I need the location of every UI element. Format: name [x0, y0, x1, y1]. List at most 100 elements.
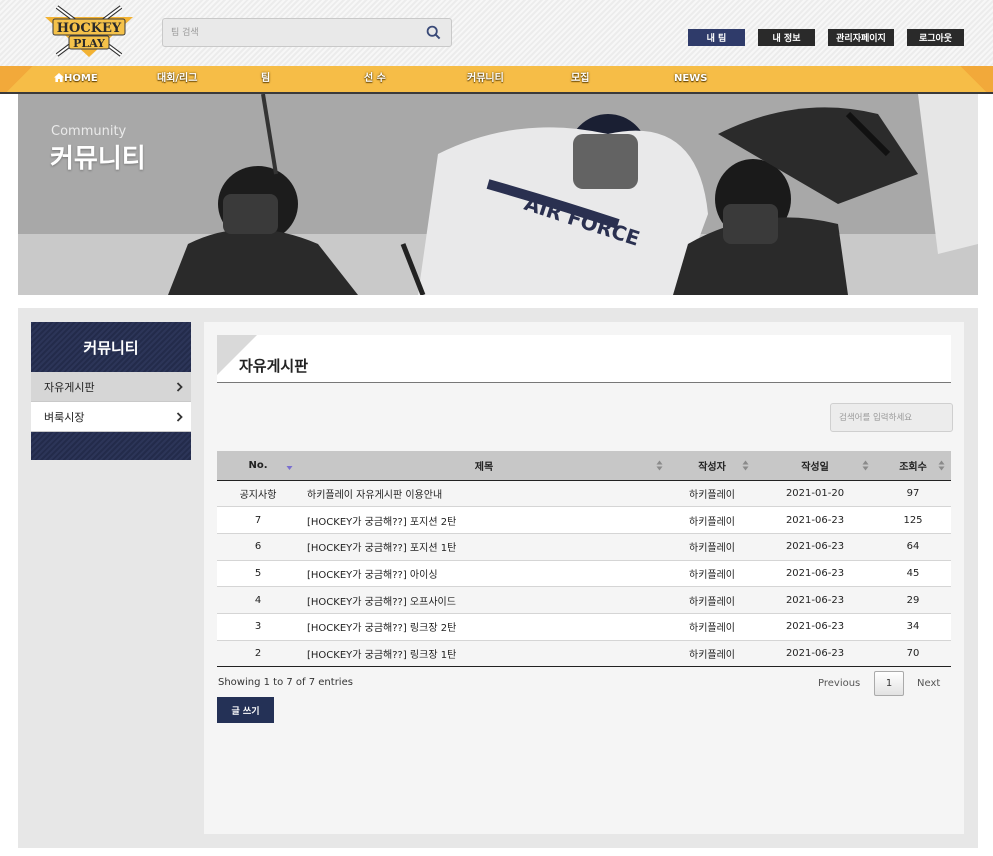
hockey-players-photo: AIR FORCE — [18, 94, 978, 295]
cell-no: 4 — [217, 586, 299, 614]
pagination-page-1[interactable]: 1 — [874, 671, 904, 696]
chevron-right-icon — [176, 381, 183, 392]
cell-author: 하키플레이 — [669, 506, 755, 534]
cell-date: 2021-06-23 — [755, 560, 875, 588]
table-row[interactable]: 3 [HOCKEY가 궁금해??] 링크장 2탄 하키플레이 2021-06-2… — [217, 613, 951, 641]
cell-no: 5 — [217, 560, 299, 588]
sort-icon — [938, 460, 945, 471]
cell-views: 45 — [875, 560, 951, 588]
my-info-button[interactable]: 내 정보 — [758, 29, 815, 46]
cell-author: 하키플레이 — [669, 586, 755, 614]
admin-page-button[interactable]: 관리자페이지 — [828, 29, 894, 46]
chevron-right-icon — [176, 411, 183, 422]
nav-item-players[interactable]: 선 수 — [364, 66, 386, 92]
cell-title-link[interactable]: [HOCKEY가 궁금해??] 링크장 2탄 — [299, 613, 669, 641]
cell-date: 2021-06-23 — [755, 533, 875, 561]
cell-date: 2021-06-23 — [755, 586, 875, 614]
nav-item-league[interactable]: 대회/리그 — [157, 66, 197, 92]
cell-title-link[interactable]: [HOCKEY가 궁금해??] 오프사이드 — [299, 586, 669, 614]
nav-item-home[interactable]: HOME — [54, 66, 98, 92]
board-title: 자유게시판 — [239, 357, 309, 375]
pagination-next[interactable]: Next — [917, 678, 940, 689]
cell-title-link[interactable]: [HOCKEY가 궁금해??] 아이싱 — [299, 560, 669, 588]
column-label: 조회수 — [899, 461, 927, 473]
cell-no: 6 — [217, 533, 299, 561]
cell-date: 2021-06-23 — [755, 506, 875, 534]
board-panel: 자유게시판 No. 제목 작성자 작성일 조회수 — [204, 322, 964, 834]
cell-no: 3 — [217, 613, 299, 641]
sort-icon — [862, 460, 869, 471]
main-nav: HOME 대회/리그 팀 선 수 커뮤니티 모집 NEWS — [0, 66, 993, 94]
cell-author: 하키플레이 — [669, 533, 755, 561]
sort-icon — [656, 460, 663, 471]
table-row[interactable]: 6 [HOCKEY가 궁금해??] 포지션 1탄 하키플레이 2021-06-2… — [217, 533, 951, 561]
cell-no: 2 — [217, 640, 299, 668]
cell-author: 하키플레이 — [669, 613, 755, 641]
nav-corner-decor — [0, 66, 40, 92]
logo-line2: PLAY — [73, 37, 105, 50]
top-header: HOCKEY PLAY 내 팀 내 정보 관리자페이지 로그아웃 — [0, 0, 993, 66]
cell-views: 97 — [875, 480, 951, 508]
table-row[interactable]: 7 [HOCKEY가 궁금해??] 포지션 2탄 하키플레이 2021-06-2… — [217, 506, 951, 534]
team-search-box — [162, 18, 452, 47]
column-label: 작성일 — [801, 461, 829, 473]
board-table: No. 제목 작성자 작성일 조회수 공지사항 하키플레이 자유게시판 이용안내 — [217, 451, 951, 668]
search-icon[interactable] — [426, 25, 441, 40]
home-icon — [54, 73, 64, 82]
nav-item-team[interactable]: 팀 — [261, 66, 270, 92]
column-header-title[interactable]: 제목 — [299, 451, 669, 481]
pagination-previous[interactable]: Previous — [818, 678, 860, 689]
column-header-views[interactable]: 조회수 — [875, 451, 951, 481]
sidebar-item-label: 자유게시판 — [44, 380, 95, 394]
column-label: 제목 — [474, 461, 494, 473]
cell-no: 공지사항 — [217, 480, 299, 508]
cell-title-link[interactable]: [HOCKEY가 궁금해??] 포지션 2탄 — [299, 506, 669, 534]
nav-corner-decor — [953, 66, 993, 92]
cell-author: 하키플레이 — [669, 480, 755, 508]
sidebar-title: 커뮤니티 — [31, 322, 191, 372]
cell-title-link[interactable]: [HOCKEY가 궁금해??] 포지션 1탄 — [299, 533, 669, 561]
content-area: 커뮤니티 자유게시판 벼룩시장 자유게시판 No. 제목 — [18, 308, 978, 848]
sidebar-item-flea-market[interactable]: 벼룩시장 — [31, 402, 191, 432]
column-label: No. — [248, 459, 268, 471]
nav-item-news[interactable]: NEWS — [674, 66, 707, 92]
logo-line1: HOCKEY — [57, 21, 122, 36]
board-search-input[interactable] — [830, 403, 953, 432]
cell-views: 64 — [875, 533, 951, 561]
cell-author: 하키플레이 — [669, 560, 755, 588]
nav-label-home: HOME — [64, 73, 98, 84]
community-sidebar: 커뮤니티 자유게시판 벼룩시장 — [31, 322, 191, 460]
cell-no: 7 — [217, 506, 299, 534]
cell-title-link[interactable]: 하키플레이 자유게시판 이용안내 — [299, 480, 669, 508]
cell-views: 34 — [875, 613, 951, 641]
cell-title-link[interactable]: [HOCKEY가 궁금해??] 링크장 1탄 — [299, 640, 669, 668]
cell-date: 2021-06-23 — [755, 613, 875, 641]
write-post-button[interactable]: 글 쓰기 — [217, 697, 274, 723]
banner-subtitle: Community — [51, 124, 127, 139]
logout-button[interactable]: 로그아웃 — [907, 29, 964, 46]
table-row[interactable]: 5 [HOCKEY가 궁금해??] 아이싱 하키플레이 2021-06-23 4… — [217, 560, 951, 588]
nav-item-community[interactable]: 커뮤니티 — [467, 66, 504, 92]
cell-date: 2021-01-20 — [755, 480, 875, 508]
nav-item-recruit[interactable]: 모집 — [571, 66, 589, 92]
cell-views: 125 — [875, 506, 951, 534]
community-banner: AIR FORCE Community 커뮤니티 — [18, 94, 978, 295]
column-header-author[interactable]: 작성자 — [669, 451, 755, 481]
logo-graphic: HOCKEY PLAY — [45, 5, 133, 57]
table-header-row: No. 제목 작성자 작성일 조회수 — [217, 451, 951, 481]
table-row[interactable]: 공지사항 하키플레이 자유게시판 이용안내 하키플레이 2021-01-20 9… — [217, 480, 951, 508]
column-label: 작성자 — [698, 461, 726, 473]
team-search-input[interactable] — [163, 19, 418, 46]
table-row[interactable]: 4 [HOCKEY가 궁금해??] 오프사이드 하키플레이 2021-06-23… — [217, 586, 951, 614]
banner-title: 커뮤니티 — [50, 144, 146, 174]
cell-author: 하키플레이 — [669, 640, 755, 668]
column-header-date[interactable]: 작성일 — [755, 451, 875, 481]
sidebar-item-free-board[interactable]: 자유게시판 — [31, 372, 191, 402]
column-header-no[interactable]: No. — [217, 451, 299, 481]
my-team-button[interactable]: 내 팀 — [688, 29, 745, 46]
sort-asc-icon — [286, 466, 293, 470]
cell-views: 29 — [875, 586, 951, 614]
cell-date: 2021-06-23 — [755, 640, 875, 668]
hockey-play-logo[interactable]: HOCKEY PLAY — [43, 5, 135, 59]
table-row[interactable]: 2 [HOCKEY가 궁금해??] 링크장 1탄 하키플레이 2021-06-2… — [217, 640, 951, 668]
